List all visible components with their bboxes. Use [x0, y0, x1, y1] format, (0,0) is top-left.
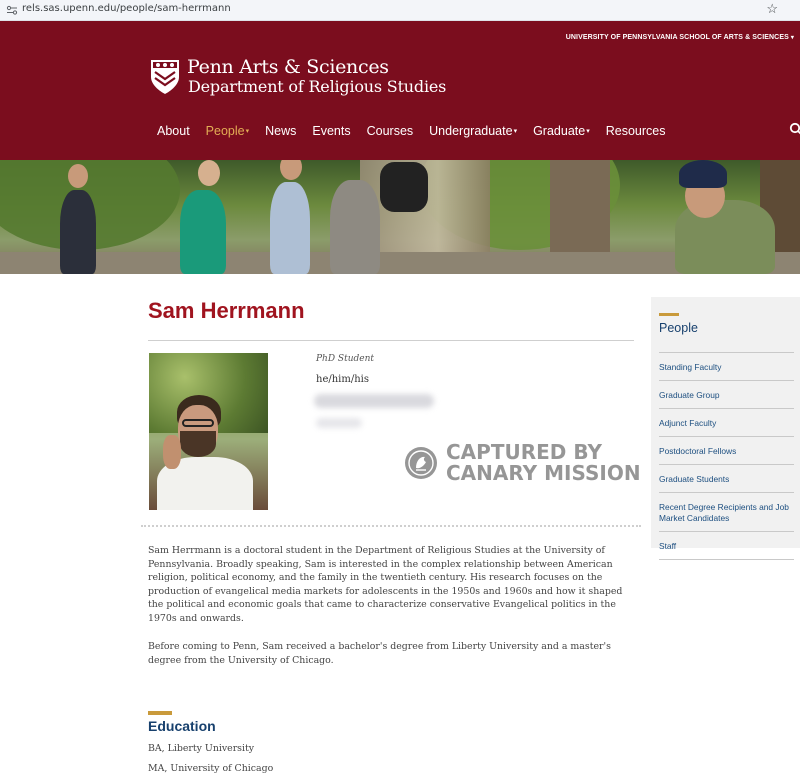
school-link[interactable]: UNIVERSITY OF PENNSYLVANIA SCHOOL OF ART…	[566, 34, 794, 41]
education-item: BA, Liberty University	[148, 743, 255, 754]
chevron-down-icon: ▾	[586, 128, 590, 135]
nav-resources[interactable]: Resources	[606, 124, 666, 144]
nav-people[interactable]: People▾	[206, 124, 249, 144]
sidebar-item-adjunct-faculty[interactable]: Adjunct Faculty	[659, 409, 794, 437]
main-nav: About People▾ News Events Courses Underg…	[157, 124, 681, 144]
person-role: PhD Student	[316, 354, 375, 364]
redacted-phone	[316, 418, 362, 428]
person-pronouns: he/him/his	[316, 374, 369, 385]
nav-news-label: News	[265, 124, 297, 138]
nav-undergraduate[interactable]: Undergraduate▾	[429, 124, 517, 144]
watermark-line1: CAPTURED BY	[446, 440, 602, 464]
nav-events-label: Events	[312, 124, 351, 138]
bio-paragraph: Sam Herrmann is a doctoral student in th…	[148, 545, 623, 624]
nav-undergraduate-label: Undergraduate	[429, 124, 513, 138]
sidebar-item-staff[interactable]: Staff	[659, 532, 794, 560]
nav-graduate-label: Graduate	[533, 124, 586, 138]
nav-resources-label: Resources	[605, 124, 666, 138]
sidebar-title[interactable]: People	[659, 321, 698, 335]
sidebar-item-postdoctoral-fellows[interactable]: Postdoctoral Fellows	[659, 437, 794, 465]
nav-people-label: People	[205, 124, 245, 138]
chevron-down-icon: ▾	[790, 35, 794, 41]
sidebar-item-standing-faculty[interactable]: Standing Faculty	[659, 352, 794, 381]
url-text[interactable]: rels.sas.upenn.edu/people/sam-herrmann	[22, 3, 231, 14]
watermark-text: CAPTURED BY CANARY MISSION	[446, 442, 641, 484]
sidebar-item-graduate-group[interactable]: Graduate Group	[659, 381, 794, 409]
school-link-label: UNIVERSITY OF PENNSYLVANIA SCHOOL OF ART…	[565, 34, 789, 41]
sidebar-list: Standing Faculty Graduate Group Adjunct …	[659, 352, 794, 560]
logo-title[interactable]: Penn Arts & Sciences	[187, 56, 389, 78]
logo-subtitle[interactable]: Department of Religious Studies	[188, 77, 446, 96]
section-accent-bar	[148, 711, 172, 715]
chevron-down-icon: ▾	[245, 128, 250, 135]
people-sidebar: People Standing Faculty Graduate Group A…	[651, 297, 800, 560]
redacted-email	[314, 394, 434, 408]
education-heading: Education	[148, 718, 216, 734]
nav-events[interactable]: Events	[312, 124, 350, 144]
nav-about[interactable]: About	[157, 124, 190, 144]
bio-paragraph: Before coming to Penn, Sam received a ba…	[148, 641, 611, 666]
nav-about-label: About	[157, 124, 190, 138]
sidebar-item-graduate-students[interactable]: Graduate Students	[659, 465, 794, 493]
site-header: UNIVERSITY OF PENNSYLVANIA SCHOOL OF ART…	[0, 21, 800, 160]
nav-courses-label: Courses	[366, 124, 414, 138]
nav-courses[interactable]: Courses	[367, 124, 414, 144]
chevron-down-icon: ▾	[513, 128, 518, 135]
watermark: CAPTURED BY CANARY MISSION	[404, 442, 641, 484]
penn-shield-icon[interactable]	[150, 59, 180, 95]
sidebar-item-recent-degree-recipients[interactable]: Recent Degree Recipients and Job Market …	[659, 493, 794, 532]
page-title: Sam Herrmann	[148, 298, 305, 323]
search-icon[interactable]	[789, 122, 800, 136]
profile-photo	[149, 353, 268, 510]
star-icon[interactable]: ☆	[766, 1, 778, 17]
hero-banner-image	[0, 160, 800, 274]
nav-news[interactable]: News	[265, 124, 296, 144]
section-accent-bar	[659, 313, 679, 316]
watermark-line2: CANARY MISSION	[446, 461, 641, 485]
education-item: MA, University of Chicago	[148, 763, 274, 774]
browser-address-bar: rels.sas.upenn.edu/people/sam-herrmann ☆	[0, 0, 800, 21]
nav-graduate[interactable]: Graduate▾	[533, 124, 590, 144]
divider	[141, 525, 641, 527]
canary-icon	[405, 447, 437, 479]
divider	[148, 340, 634, 341]
site-settings-icon[interactable]	[6, 4, 18, 16]
